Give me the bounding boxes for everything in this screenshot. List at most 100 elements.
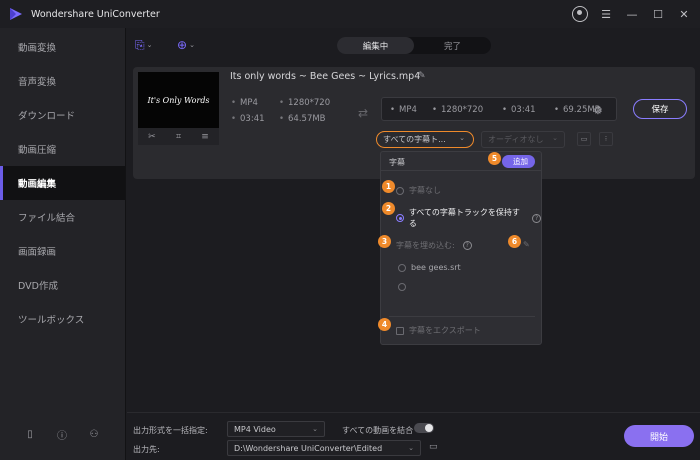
menu-icon[interactable]: ☰ [598, 6, 614, 22]
help-icon[interactable]: ? [532, 213, 541, 223]
destination-label: 出力先: [133, 445, 160, 454]
source-duration: • 03:41 [231, 114, 265, 124]
destination-select[interactable]: D:\Wondershare UniConverter\Edited ⌄ [227, 440, 421, 456]
add-file-icon: ⎘ [135, 37, 145, 52]
help-icon[interactable]: ? [462, 241, 472, 250]
sidebar-item-label: 動画変換 [18, 43, 57, 54]
preview-icon[interactable]: ▭ [577, 132, 591, 146]
sidebar-item-toolbox[interactable]: ツールボックス [0, 302, 125, 336]
merge-label: すべての動画を結合 [342, 426, 414, 435]
crop-icon[interactable]: ⌗ [176, 132, 181, 142]
dropdown-title: 字幕 [389, 158, 405, 167]
sidebar-item-dvd[interactable]: DVD作成 [0, 268, 125, 302]
add-subtitle-button[interactable]: 追加 [502, 155, 535, 168]
chevron-down-icon: ⌄ [312, 425, 318, 433]
sidebar-item-label: 音声変換 [18, 77, 57, 88]
main-panel: ⎘ ⌄ ⊕ ⌄ 編集中 完了 It's Only Words ✂ ⌗ ≡ Its o… [127, 28, 700, 460]
account-icon[interactable]: ⚇ [88, 428, 100, 440]
output-format: • MP4 [390, 105, 417, 115]
convert-arrow-icon: ⇄ [358, 106, 369, 120]
radio-button[interactable] [398, 263, 406, 272]
sidebar-item-label: ダウンロード [18, 111, 76, 122]
chevron-down-icon: ⌄ [146, 41, 153, 49]
add-file-button[interactable]: ⎘ ⌄ [135, 38, 152, 52]
callout-badge: 3 [378, 235, 391, 248]
sidebar-item-label: ツールボックス [18, 315, 85, 326]
sidebar-item-download[interactable]: ダウンロード [0, 98, 125, 132]
sidebar-item-label: DVD作成 [18, 281, 58, 292]
chevron-down-icon: ⌄ [189, 41, 195, 49]
source-resolution: • 1280*720 [279, 98, 331, 108]
source-size: • 64.57MB [279, 114, 326, 124]
subtitle-dropdown: 字幕 追加 字幕なし すべての字幕トラックを保持する ? 字幕を埋め込む: ? … [380, 151, 542, 345]
output-resolution: • 1280*720 [432, 105, 484, 115]
thumbnail-text: It's Only Words [147, 95, 210, 105]
callout-badge: 2 [382, 202, 395, 215]
video-thumbnail[interactable]: It's Only Words [138, 72, 219, 128]
app-logo-icon [10, 8, 22, 20]
callout-badge: 5 [488, 152, 501, 165]
radio-button[interactable] [396, 186, 404, 195]
tab-finished[interactable]: 完了 [414, 37, 491, 54]
sidebar: 動画変換 音声変換 ダウンロード 動画圧縮 動画編集 ファイル結合 画面録画 D… [0, 28, 126, 460]
output-format-select[interactable]: MP4 Video ⌄ [227, 421, 325, 437]
tab-bar: 編集中 完了 [337, 37, 491, 54]
gear-icon[interactable]: ⚙ [593, 104, 603, 117]
divider [389, 316, 535, 317]
radio-button[interactable] [398, 283, 406, 291]
sidebar-item-label: 画面録画 [18, 247, 57, 258]
callout-badge: 6 [508, 235, 521, 248]
file-name: Its only words ~ Bee Gees ~ Lyrics.mp4 [230, 71, 421, 82]
audio-select[interactable]: オーディオなし ⌄ [481, 131, 565, 148]
edit-embed-icon[interactable]: ✎ [523, 240, 530, 249]
sidebar-item-audio-convert[interactable]: 音声変換 [0, 64, 125, 98]
output-duration: • 03:41 [502, 105, 536, 115]
subtitle-select[interactable]: すべての字幕ト... ⌄ [376, 131, 474, 148]
sidebar-item-video-edit[interactable]: 動画編集 [0, 166, 125, 200]
sidebar-item-screen-record[interactable]: 画面録画 [0, 234, 125, 268]
thumbnail-toolbar: ✂ ⌗ ≡ [138, 128, 219, 145]
close-icon[interactable]: ✕ [676, 6, 692, 22]
option-embed-subtitle[interactable]: 字幕を埋め込む: ? [396, 240, 472, 251]
output-format-label: 出力形式を一括指定: [133, 426, 208, 435]
add-device-icon: ⊕ [177, 38, 188, 52]
subtitle-file-item[interactable] [398, 283, 411, 291]
edit-name-icon[interactable]: ✎ [418, 71, 426, 81]
scissors-icon[interactable]: ✂ [148, 132, 156, 142]
help-icon[interactable]: ⓘ [56, 428, 68, 442]
chevron-down-icon: ⌄ [459, 134, 465, 142]
checkbox[interactable] [396, 326, 404, 335]
effects-icon[interactable]: ≡ [201, 132, 209, 142]
start-button[interactable]: 開始 [624, 425, 694, 447]
merge-toggle[interactable] [414, 423, 434, 433]
book-icon[interactable]: ▯ [24, 428, 36, 440]
option-export-subtitle[interactable]: 字幕をエクスポート [396, 325, 481, 336]
chevron-down-icon: ⌄ [408, 444, 414, 452]
dropdown-header: 字幕 追加 [381, 152, 541, 171]
minimize-icon[interactable]: — [624, 6, 640, 22]
app-title: Wondershare UniConverter [31, 8, 160, 20]
sidebar-item-video-convert[interactable]: 動画変換 [0, 30, 125, 64]
folder-icon[interactable]: ▭ [429, 442, 438, 452]
callout-badge: 4 [378, 318, 391, 331]
radio-button[interactable] [396, 214, 404, 222]
save-button[interactable]: 保存 [633, 99, 687, 119]
option-keep-all-tracks[interactable]: すべての字幕トラックを保持する ? [396, 207, 541, 229]
more-icon[interactable]: ⁝ [599, 132, 613, 146]
sidebar-item-label: 動画圧縮 [18, 145, 57, 156]
sidebar-item-compress[interactable]: 動画圧縮 [0, 132, 125, 166]
sidebar-item-label: 動画編集 [18, 179, 57, 190]
chevron-down-icon: ⌄ [552, 134, 558, 142]
source-format: • MP4 [231, 98, 258, 108]
bottom-bar: 出力形式を一括指定: MP4 Video ⌄ すべての動画を結合 出力先: D:\… [127, 412, 700, 460]
option-no-subtitle[interactable]: 字幕なし [396, 185, 441, 196]
subtitle-file-item[interactable]: bee gees.srt [398, 263, 461, 272]
tab-editing[interactable]: 編集中 [337, 37, 414, 54]
maximize-icon[interactable]: ☐ [650, 6, 666, 22]
output-info: • MP4 • 1280*720 • 03:41 • 69.25MB [381, 97, 617, 121]
sidebar-item-merge[interactable]: ファイル結合 [0, 200, 125, 234]
avatar-icon[interactable] [572, 6, 588, 22]
title-bar: Wondershare UniConverter ☰ — ☐ ✕ [0, 0, 700, 28]
add-from-device-button[interactable]: ⊕ ⌄ [177, 38, 195, 52]
sidebar-item-label: ファイル結合 [18, 213, 76, 224]
